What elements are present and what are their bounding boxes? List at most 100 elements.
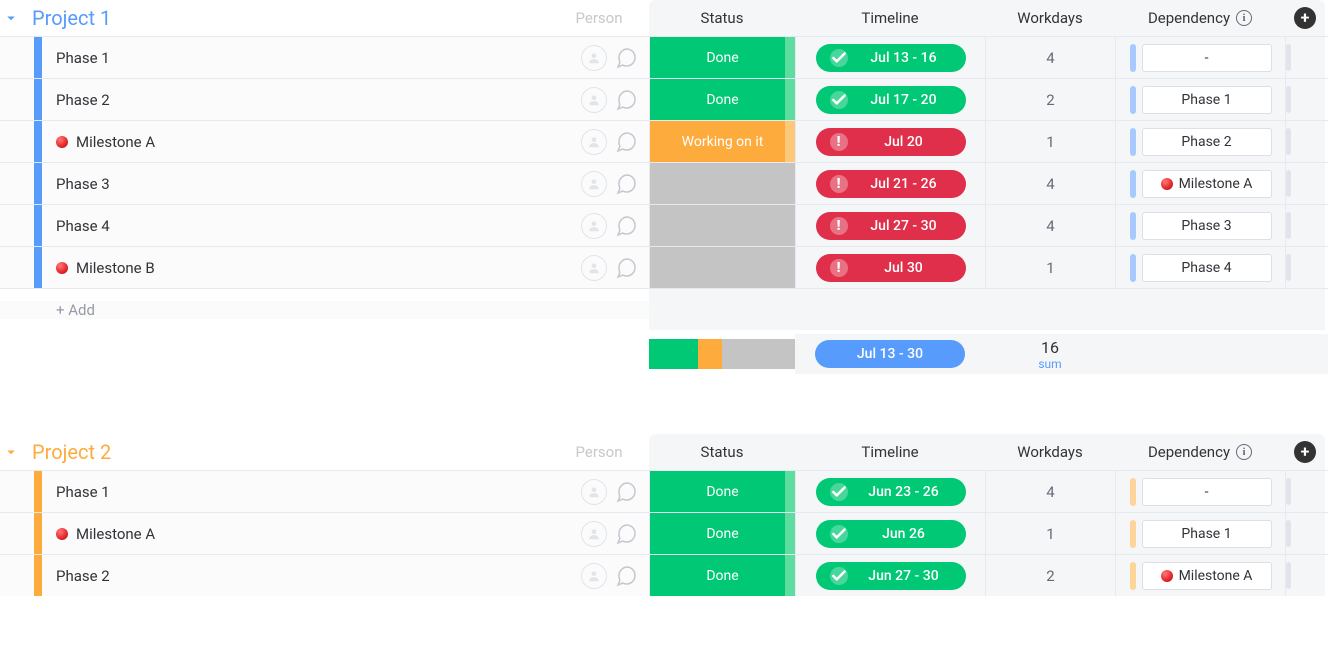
add-column-button[interactable] — [1294, 7, 1316, 29]
item-name[interactable]: Phase 2 — [56, 91, 581, 109]
person-avatar-empty[interactable] — [581, 521, 607, 547]
conversation-icon[interactable] — [611, 169, 641, 199]
dependency-cell[interactable]: - — [1115, 37, 1285, 78]
column-header-workdays[interactable]: Workdays — [985, 443, 1115, 461]
checkmark-icon — [830, 49, 848, 67]
status-cell[interactable]: Done — [649, 471, 795, 512]
person-avatar-empty[interactable] — [581, 129, 607, 155]
timeline-cell[interactable]: !Jul 27 - 30 — [795, 205, 985, 246]
conversation-icon[interactable] — [611, 127, 641, 157]
person-avatar-empty[interactable] — [581, 171, 607, 197]
column-header-status[interactable]: Status — [649, 9, 795, 27]
conversation-icon[interactable] — [611, 85, 641, 115]
column-header-dependency[interactable]: Dependencyi — [1115, 9, 1285, 27]
group-title[interactable]: Project 1 — [32, 6, 111, 30]
item-name[interactable]: Milestone B — [56, 259, 581, 277]
timeline-cell[interactable]: !Jul 20 — [795, 121, 985, 162]
collapse-toggle[interactable] — [0, 441, 22, 463]
dependency-cell[interactable]: Phase 3 — [1115, 205, 1285, 246]
add-item-row[interactable]: + Add — [0, 288, 1328, 330]
status-cell[interactable]: Done — [649, 79, 795, 120]
dependency-cell[interactable]: - — [1115, 471, 1285, 512]
item-name[interactable]: Phase 4 — [56, 217, 581, 235]
person-avatar-empty[interactable] — [581, 255, 607, 281]
info-icon[interactable]: i — [1236, 444, 1252, 460]
timeline-cell[interactable]: Jun 27 - 30 — [795, 555, 985, 596]
item-name[interactable]: Phase 1 — [56, 483, 581, 501]
status-cell[interactable]: Done — [649, 37, 795, 78]
workdays-cell[interactable]: 4 — [985, 471, 1115, 512]
dependency-cell[interactable]: Phase 2 — [1115, 121, 1285, 162]
row-color-strip — [34, 163, 42, 204]
item-name[interactable]: Phase 1 — [56, 49, 581, 67]
column-header-workdays[interactable]: Workdays — [985, 9, 1115, 27]
timeline-cell[interactable]: Jun 23 - 26 — [795, 471, 985, 512]
table-row: Phase 4 !Jul 27 - 304Phase 3 — [0, 204, 1328, 246]
column-header-status[interactable]: Status — [649, 443, 795, 461]
conversation-icon[interactable] — [611, 519, 641, 549]
table-row: Phase 3 !Jul 21 - 264Milestone A — [0, 162, 1328, 204]
conversation-icon[interactable] — [611, 43, 641, 73]
dependency-cell[interactable]: Milestone A — [1115, 163, 1285, 204]
checkmark-icon — [830, 483, 848, 501]
column-header-timeline[interactable]: Timeline — [795, 443, 985, 461]
item-name[interactable]: Phase 3 — [56, 175, 581, 193]
conversation-icon[interactable] — [611, 211, 641, 241]
timeline-cell[interactable]: Jun 26 — [795, 513, 985, 554]
item-name[interactable]: Milestone A — [56, 525, 581, 543]
item-name[interactable]: Phase 2 — [56, 567, 581, 585]
conversation-icon[interactable] — [611, 561, 641, 591]
dependency-cell[interactable]: Phase 1 — [1115, 513, 1285, 554]
timeline-cell[interactable]: Jul 17 - 20 — [795, 79, 985, 120]
workdays-cell[interactable]: 1 — [985, 513, 1115, 554]
status-cell[interactable]: Working on it — [649, 121, 795, 162]
workdays-cell[interactable]: 4 — [985, 37, 1115, 78]
timeline-summary-pill[interactable]: Jul 13 - 30 — [815, 340, 965, 368]
warning-icon: ! — [830, 217, 848, 235]
column-header-dependency[interactable]: Dependencyi — [1115, 443, 1285, 461]
dependency-cell[interactable]: Milestone A — [1115, 555, 1285, 596]
status-cell[interactable] — [649, 163, 795, 204]
person-avatar-empty[interactable] — [581, 87, 607, 113]
milestone-dot-icon — [56, 262, 68, 274]
timeline-cell[interactable]: Jul 13 - 16 — [795, 37, 985, 78]
conversation-icon[interactable] — [611, 253, 641, 283]
column-header-timeline[interactable]: Timeline — [795, 9, 985, 27]
row-color-strip — [34, 471, 42, 512]
workdays-cell[interactable]: 2 — [985, 555, 1115, 596]
person-avatar-empty[interactable] — [581, 45, 607, 71]
status-cell[interactable] — [649, 205, 795, 246]
status-cell[interactable]: Done — [649, 555, 795, 596]
workdays-cell[interactable]: 4 — [985, 205, 1115, 246]
group-g2: Project 2 PersonStatusTimelineWorkdaysDep… — [0, 434, 1328, 596]
table-row: Phase 1 DoneJun 23 - 264- — [0, 470, 1328, 512]
status-cell[interactable] — [649, 247, 795, 288]
group-title[interactable]: Project 2 — [32, 440, 111, 464]
person-avatar-empty[interactable] — [581, 213, 607, 239]
row-color-strip — [34, 205, 42, 246]
collapse-toggle[interactable] — [0, 7, 22, 29]
timeline-cell[interactable]: !Jul 21 - 26 — [795, 163, 985, 204]
status-cell[interactable]: Done — [649, 513, 795, 554]
row-color-strip — [34, 513, 42, 554]
conversation-icon[interactable] — [611, 477, 641, 507]
table-row: Milestone A DoneJun 261Phase 1 — [0, 512, 1328, 554]
person-avatar-empty[interactable] — [581, 563, 607, 589]
column-header-person[interactable]: Person — [549, 9, 649, 27]
status-summary-bar[interactable] — [649, 334, 795, 374]
item-name[interactable]: Milestone A — [56, 133, 581, 151]
dependency-cell[interactable]: Phase 1 — [1115, 79, 1285, 120]
timeline-cell[interactable]: !Jul 30 — [795, 247, 985, 288]
workdays-cell[interactable]: 2 — [985, 79, 1115, 120]
milestone-dot-icon — [1161, 178, 1173, 190]
person-avatar-empty[interactable] — [581, 479, 607, 505]
workdays-cell[interactable]: 1 — [985, 247, 1115, 288]
workdays-summary[interactable]: 16sum — [985, 334, 1115, 374]
workdays-cell[interactable]: 1 — [985, 121, 1115, 162]
add-column-button[interactable] — [1294, 441, 1316, 463]
dependency-cell[interactable]: Phase 4 — [1115, 247, 1285, 288]
workdays-cell[interactable]: 4 — [985, 163, 1115, 204]
info-icon[interactable]: i — [1236, 10, 1252, 26]
table-row: Phase 2 DoneJun 27 - 302Milestone A — [0, 554, 1328, 596]
column-header-person[interactable]: Person — [549, 443, 649, 461]
